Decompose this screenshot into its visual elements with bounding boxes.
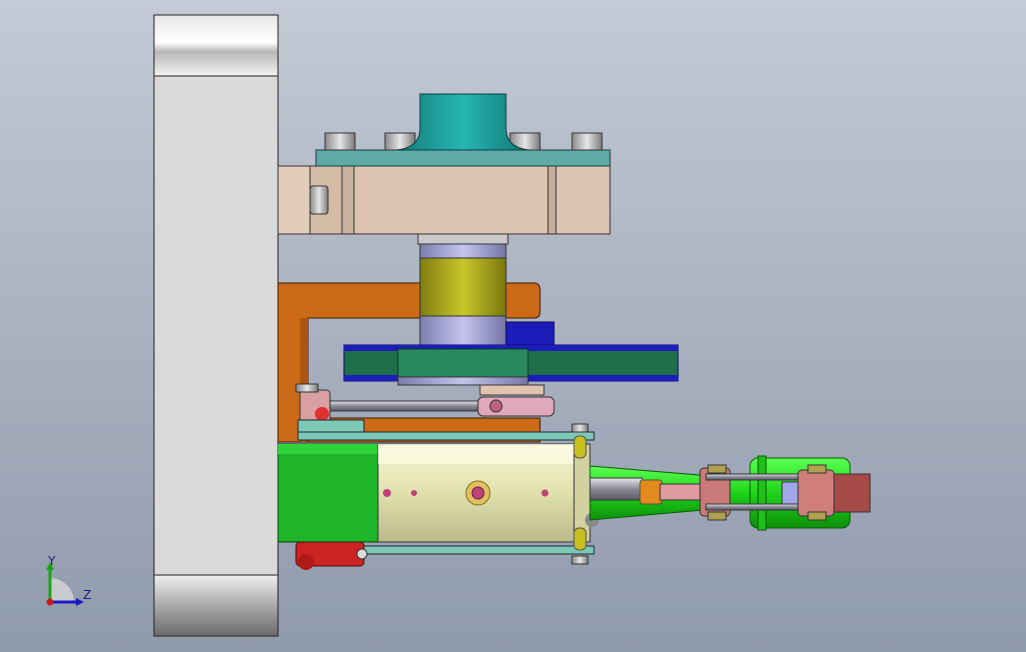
y-axis-label: Y bbox=[48, 554, 56, 568]
origin-dot bbox=[46, 598, 54, 606]
cad-viewport[interactable]: Y Z bbox=[0, 0, 1026, 652]
z-axis-label: Z bbox=[83, 588, 92, 602]
vertical-shaft[interactable] bbox=[417, 233, 509, 347]
cad-model-view[interactable] bbox=[0, 0, 1026, 652]
base-plate[interactable] bbox=[153, 14, 279, 637]
